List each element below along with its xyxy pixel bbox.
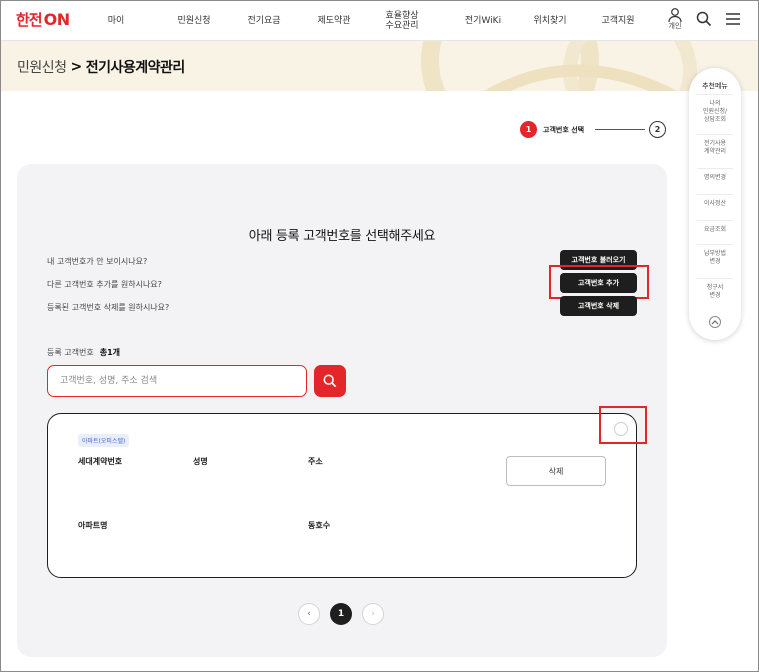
step-connector bbox=[595, 129, 645, 130]
search-button[interactable] bbox=[314, 365, 346, 397]
question-delete: 등록된 고객번호 삭제를 원하시나요? bbox=[47, 303, 170, 312]
nav-civil-application-label: 민원신청 bbox=[177, 15, 211, 26]
quick-item-invoice-line1: 청구서 bbox=[706, 284, 724, 291]
delete-customer-number-button[interactable]: 고객번호 삭제 bbox=[560, 296, 637, 316]
logo[interactable]: 한전 ON bbox=[16, 8, 70, 30]
pagination: ‹ 1 › bbox=[298, 603, 388, 625]
nav-efficiency-line1: 효율향상 bbox=[385, 10, 419, 21]
quick-item-payment-line1: 납부방법 bbox=[703, 250, 727, 257]
step-2-dot: 2 bbox=[649, 121, 666, 138]
registered-count-value: 총1개 bbox=[99, 348, 120, 357]
nav-terms[interactable]: 제도약관 bbox=[310, 0, 358, 41]
nav-wiki[interactable]: 전기WiKi bbox=[457, 0, 509, 41]
pagination-next-button[interactable]: › bbox=[362, 603, 384, 625]
quick-item-my-requests-line1: 나의 bbox=[709, 100, 721, 107]
quick-item-my-requests-line2: 민원신청/ bbox=[702, 108, 728, 115]
quick-item-contract-management[interactable]: 전기사용 계약관리 bbox=[697, 134, 733, 156]
quick-item-invoice-line2: 변경 bbox=[709, 292, 721, 299]
search-icon bbox=[323, 374, 337, 388]
customer-search-input[interactable] bbox=[47, 365, 307, 397]
registered-count-label: 등록 고객번호 bbox=[47, 348, 94, 357]
quick-item-move-settlement-label: 이사정산 bbox=[703, 200, 727, 207]
quick-item-contract-line1: 전기사용 bbox=[703, 140, 727, 147]
quick-item-name-change-label: 명의변경 bbox=[703, 174, 727, 181]
quick-item-invoice-change[interactable]: 청구서 변경 bbox=[697, 278, 733, 300]
main-card: 아래 등록 고객번호를 선택해주세요 내 고객번호가 안 보이시나요? 고객번호… bbox=[17, 164, 667, 657]
field-unit-number: 동호수 bbox=[308, 521, 331, 530]
nav-wiki-label: 전기WiKi bbox=[464, 15, 502, 26]
nav-location-label: 위치찾기 bbox=[533, 15, 567, 26]
nav-location[interactable]: 위치찾기 bbox=[526, 0, 574, 41]
pagination-prev-button[interactable]: ‹ bbox=[298, 603, 320, 625]
quick-item-name-change[interactable]: 명의변경 bbox=[697, 168, 733, 182]
item-type-badge: 아파트(오피스텔) bbox=[78, 434, 130, 447]
search-icon[interactable] bbox=[693, 8, 715, 30]
registered-count: 등록 고객번호 총1개 bbox=[47, 347, 120, 358]
step-1-dot: 1 bbox=[520, 121, 537, 138]
nav-electricity-bill-label: 전기요금 bbox=[247, 15, 281, 26]
breadcrumb-band: 민원신청 > 전기사용계약관리 bbox=[0, 41, 759, 91]
quick-item-bill-inquiry-label: 요금조회 bbox=[703, 226, 727, 233]
quick-item-move-settlement[interactable]: 이사정산 bbox=[697, 194, 733, 208]
logo-text: 한전 bbox=[16, 10, 43, 29]
user-type-label: 개인 bbox=[668, 22, 682, 30]
question-add: 다른 고객번호 추가를 원하시나요? bbox=[47, 280, 162, 289]
quick-item-payment-method[interactable]: 납부방법 변경 bbox=[697, 244, 733, 266]
nav-civil-application[interactable]: 민원신청 bbox=[170, 0, 218, 41]
item-delete-button[interactable]: 삭제 bbox=[506, 456, 606, 486]
step-indicator: 1 고객번호 선택 2 bbox=[520, 121, 670, 139]
scroll-top-icon[interactable] bbox=[709, 316, 721, 328]
quick-menu-title: 추천메뉴 bbox=[702, 82, 728, 90]
quick-item-payment-line2: 변경 bbox=[709, 258, 721, 265]
nav-efficiency[interactable]: 효율향상 수요관리 bbox=[378, 0, 426, 41]
field-apartment-name: 아파트명 bbox=[78, 521, 108, 530]
card-title: 아래 등록 고객번호를 선택해주세요 bbox=[248, 229, 436, 244]
quick-item-contract-line2: 계약관리 bbox=[703, 148, 727, 155]
nav-efficiency-line2: 수요관리 bbox=[385, 20, 419, 31]
item-select-radio[interactable] bbox=[614, 422, 628, 436]
breadcrumb-separator: > bbox=[70, 59, 83, 75]
field-contract-number: 세대계약번호 bbox=[78, 457, 123, 466]
customer-number-item[interactable]: 아파트(오피스텔) 세대계약번호 성명 주소 삭제 아파트명 동호수 bbox=[47, 413, 637, 578]
question-load: 내 고객번호가 안 보이시나요? bbox=[47, 257, 148, 266]
nav-support[interactable]: 고객지원 bbox=[594, 0, 642, 41]
field-name: 성명 bbox=[193, 457, 208, 466]
quick-item-bill-inquiry[interactable]: 요금조회 bbox=[697, 220, 733, 234]
nav-my[interactable]: 마이 bbox=[99, 0, 133, 41]
load-customer-number-button[interactable]: 고객번호 불러오기 bbox=[560, 250, 637, 270]
nav-support-label: 고객지원 bbox=[601, 15, 635, 26]
logo-on: ON bbox=[43, 9, 71, 29]
nav-terms-label: 제도약관 bbox=[317, 15, 351, 26]
step-1-label: 고객번호 선택 bbox=[543, 126, 585, 134]
breadcrumb-parent[interactable]: 민원신청 bbox=[17, 57, 67, 77]
quick-item-my-requests[interactable]: 나의 민원신청/ 상담조회 bbox=[697, 94, 733, 124]
pagination-page-current[interactable]: 1 bbox=[330, 603, 352, 625]
nav-my-label: 마이 bbox=[107, 15, 125, 26]
page-title: 전기사용계약관리 bbox=[85, 60, 186, 76]
add-customer-number-button[interactable]: 고객번호 추가 bbox=[560, 273, 637, 293]
nav-electricity-bill[interactable]: 전기요금 bbox=[240, 0, 288, 41]
breadcrumb: 민원신청 > 전기사용계약관리 bbox=[17, 57, 185, 77]
menu-icon[interactable] bbox=[722, 8, 744, 30]
site-header: 한전 ON 마이 민원신청 전기요금 제도약관 효율향상 수요관리 전기WiKi… bbox=[0, 0, 759, 41]
quick-menu: 추천메뉴 나의 민원신청/ 상담조회 전기사용 계약관리 명의변경 이사정산 요… bbox=[689, 68, 741, 340]
quick-item-my-requests-line3: 상담조회 bbox=[703, 116, 727, 123]
field-address: 주소 bbox=[308, 457, 323, 466]
